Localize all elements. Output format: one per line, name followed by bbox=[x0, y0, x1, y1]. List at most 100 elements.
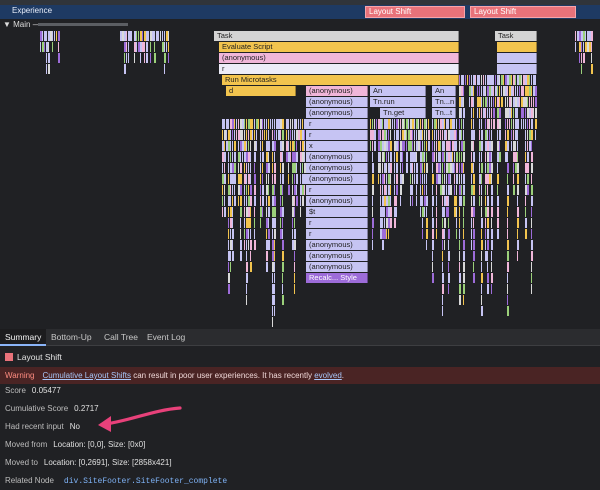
call-stack-tick bbox=[268, 185, 269, 195]
call-stack-tick bbox=[527, 119, 528, 129]
anonymous-function-block[interactable]: (anonymous) bbox=[306, 174, 368, 184]
tab-event-log[interactable]: Event Log bbox=[142, 329, 190, 346]
tn-t-block[interactable]: Tn...t bbox=[432, 108, 456, 118]
an-function-block[interactable]: An bbox=[370, 86, 426, 96]
call-stack-tick bbox=[424, 163, 425, 173]
call-stack-tick bbox=[244, 163, 245, 173]
call-stack-tick bbox=[513, 163, 514, 173]
call-stack-tick bbox=[274, 229, 276, 239]
r-function-block[interactable]: r bbox=[306, 185, 368, 195]
call-stack-tick bbox=[288, 185, 290, 195]
d-function-block[interactable]: d bbox=[226, 86, 296, 96]
related-node-link[interactable]: div.SiteFooter.SiteFooter_complete bbox=[64, 477, 227, 486]
call-stack-tick bbox=[459, 229, 460, 239]
anonymous-function-block[interactable]: (anonymous) bbox=[306, 108, 368, 118]
call-stack-tick bbox=[292, 119, 293, 129]
tn-n-block[interactable]: Tn...n bbox=[432, 97, 456, 107]
function-label: Tn...n bbox=[435, 97, 455, 106]
task-block[interactable]: Task bbox=[495, 31, 537, 41]
call-stack-tick bbox=[511, 75, 512, 85]
call-stack-tick bbox=[477, 86, 478, 96]
function-block[interactable] bbox=[497, 64, 537, 74]
call-stack-tick bbox=[517, 108, 518, 118]
call-stack-tick bbox=[507, 141, 509, 151]
call-stack-tick bbox=[523, 119, 524, 129]
call-stack-tick bbox=[493, 97, 494, 107]
script-block[interactable] bbox=[497, 42, 537, 52]
anonymous-function-block[interactable]: (anonymous) bbox=[306, 196, 368, 206]
experience-track[interactable]: Experience Layout Shift Layout Shift bbox=[0, 5, 600, 19]
anonymous-function-block[interactable]: (anonymous) bbox=[306, 86, 368, 96]
function-block[interactable] bbox=[497, 53, 537, 63]
anonymous-function-block[interactable]: (anonymous) bbox=[306, 97, 368, 107]
call-stack-tick bbox=[493, 86, 494, 96]
call-stack-tick bbox=[581, 64, 582, 74]
call-stack-tick bbox=[507, 163, 509, 173]
call-stack-tick bbox=[262, 119, 263, 129]
run-microtasks-block[interactable]: Run Microtasks bbox=[222, 75, 459, 85]
call-stack-tick bbox=[491, 185, 493, 195]
call-stack-tick bbox=[244, 185, 245, 195]
x-function-block[interactable]: x bbox=[306, 141, 368, 151]
call-stack-tick bbox=[142, 31, 143, 41]
call-stack-tick bbox=[426, 163, 428, 173]
r-function-block[interactable]: r bbox=[306, 218, 368, 228]
r-function-block[interactable]: r bbox=[306, 119, 368, 129]
anonymous-function-block[interactable]: (anonymous) bbox=[306, 152, 368, 162]
call-stack-tick bbox=[46, 31, 47, 41]
call-stack-tick bbox=[400, 185, 402, 195]
call-stack-tick bbox=[454, 152, 455, 162]
call-stack-tick bbox=[481, 86, 482, 96]
r-function-block[interactable]: r bbox=[306, 130, 368, 140]
call-stack-tick bbox=[294, 284, 295, 294]
r-function-block[interactable]: r bbox=[219, 64, 459, 74]
anonymous-function-block[interactable]: (anonymous) bbox=[306, 251, 368, 261]
recalculate-style-block[interactable]: Recalc... Style bbox=[306, 273, 368, 283]
anonymous-function-block[interactable]: (anonymous) bbox=[306, 262, 368, 272]
call-stack-tick bbox=[268, 174, 269, 184]
call-stack-tick bbox=[386, 130, 387, 140]
call-stack-tick bbox=[487, 108, 488, 118]
call-stack-tick bbox=[517, 207, 519, 217]
call-stack-tick bbox=[505, 97, 506, 107]
call-stack-tick bbox=[232, 240, 233, 250]
tn-get-block[interactable]: Tn.get bbox=[380, 108, 426, 118]
evaluate-script-block[interactable]: Evaluate Script bbox=[219, 42, 459, 52]
call-stack-tick bbox=[436, 130, 437, 140]
tn-run-block[interactable]: Tn.run bbox=[370, 97, 426, 107]
anonymous-function-block[interactable]: (anonymous) bbox=[306, 240, 368, 250]
layout-shift-event-1[interactable]: Layout Shift bbox=[365, 6, 465, 18]
anonymous-function-block[interactable]: (anonymous) bbox=[306, 163, 368, 173]
task-block[interactable]: Task bbox=[214, 31, 459, 41]
t-function-block[interactable]: $t bbox=[306, 207, 368, 217]
call-stack-tick bbox=[491, 218, 492, 228]
call-stack-tick bbox=[248, 163, 249, 173]
call-stack-tick bbox=[479, 130, 480, 140]
tab-call-tree[interactable]: Call Tree bbox=[99, 329, 143, 346]
cls-docs-link[interactable]: Cumulative Layout Shifts bbox=[43, 371, 132, 380]
an-function-block[interactable]: An bbox=[432, 86, 456, 96]
call-stack-tick bbox=[250, 262, 252, 272]
call-stack-tick bbox=[463, 273, 465, 283]
call-stack-tick bbox=[459, 218, 460, 228]
layout-shift-event-2[interactable]: Layout Shift bbox=[470, 6, 576, 18]
call-stack-tick bbox=[268, 240, 270, 250]
moved-to-value: Location: [0,2691], Size: [2858x421] bbox=[43, 458, 172, 467]
call-stack-tick bbox=[280, 130, 281, 140]
tab-bottom-up[interactable]: Bottom-Up bbox=[46, 329, 97, 346]
call-stack-tick bbox=[272, 174, 273, 184]
r-function-block[interactable]: r bbox=[306, 229, 368, 239]
summary-details-panel: Layout Shift Warning Cumulative Layout Sh… bbox=[0, 346, 600, 490]
call-stack-tick bbox=[535, 75, 536, 85]
call-stack-tick bbox=[248, 229, 249, 239]
call-stack-tick bbox=[489, 97, 490, 107]
call-stack-tick bbox=[428, 119, 429, 129]
anonymous-function-block[interactable]: (anonymous) bbox=[219, 53, 459, 63]
call-stack-tick bbox=[372, 119, 373, 129]
main-thread-flame-chart[interactable]: ▼ Main — Task Task Evaluate Script (anon… bbox=[0, 19, 600, 329]
call-stack-tick bbox=[459, 119, 460, 129]
call-stack-tick bbox=[48, 64, 50, 74]
evolved-link[interactable]: evolved bbox=[314, 371, 342, 380]
call-stack-tick bbox=[224, 207, 226, 217]
tab-summary[interactable]: Summary bbox=[0, 329, 47, 346]
